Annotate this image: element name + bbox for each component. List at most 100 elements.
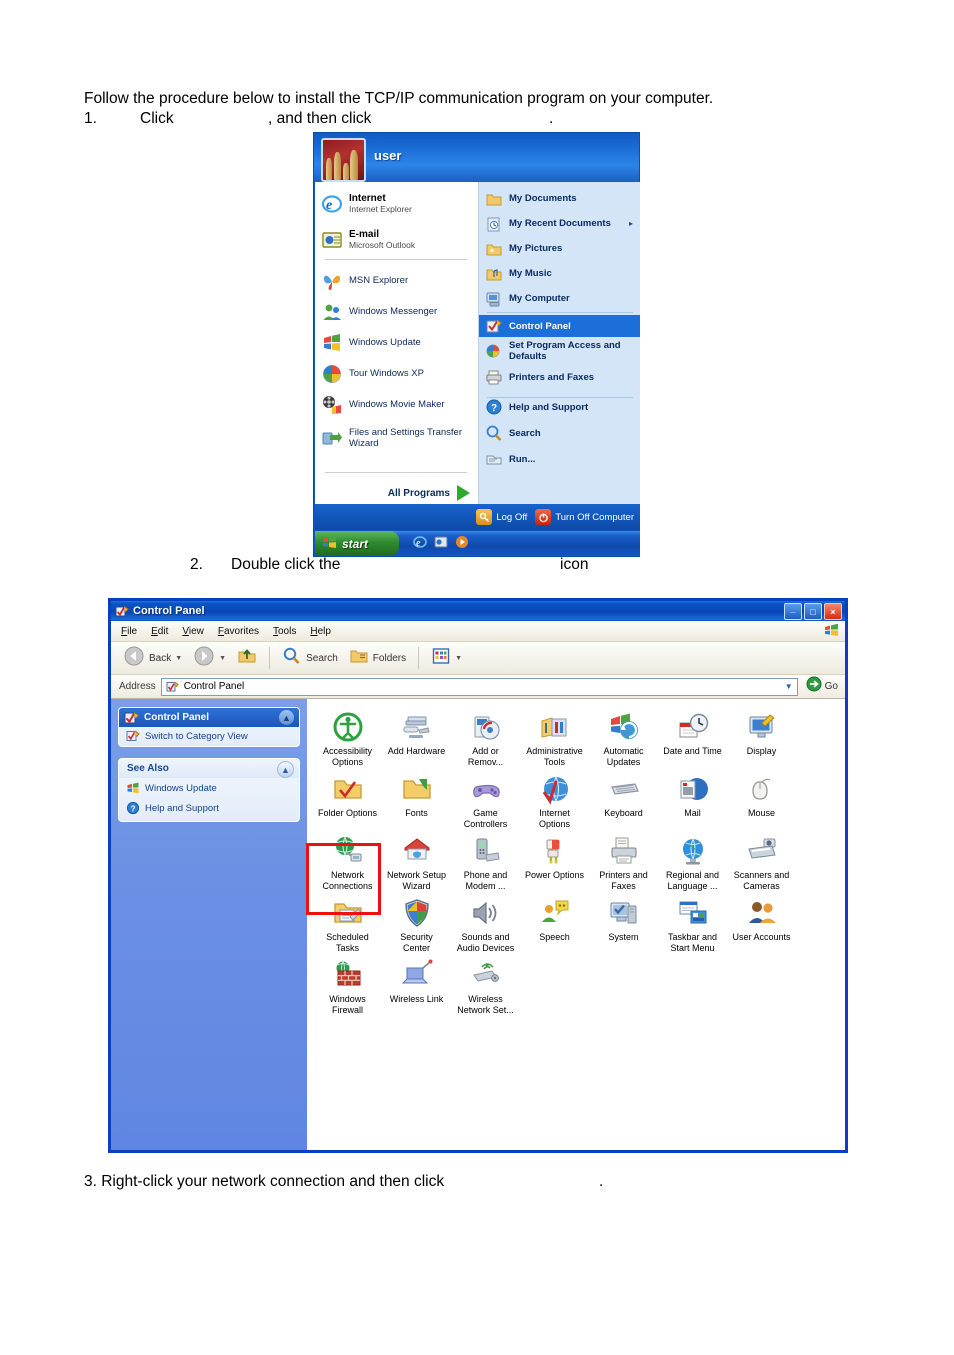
cp-item-add-hardware[interactable]: Add Hardware	[382, 707, 451, 769]
cp-item-fonts[interactable]: Fonts	[382, 769, 451, 831]
chevron-down-icon[interactable]: ▼	[785, 682, 793, 691]
cp-item-taskbar-and-start-menu[interactable]: Taskbar and Start Menu	[658, 893, 727, 955]
search-button[interactable]: Search	[278, 645, 342, 671]
cp-item-wireless-link[interactable]: Wireless Link	[382, 955, 451, 1017]
cp-item-keyboard[interactable]: Keyboard	[589, 769, 658, 831]
cp-item-label: Scanners and Cameras	[733, 870, 790, 891]
start-item-my-documents[interactable]: My Documents	[479, 186, 640, 211]
my-computer-icon	[485, 290, 503, 308]
start-button[interactable]: start	[315, 531, 399, 556]
up-button[interactable]	[233, 645, 261, 671]
cp-item-windows-firewall[interactable]: Windows Firewall	[313, 955, 382, 1017]
forward-button[interactable]: ▼	[189, 645, 230, 671]
cp-item-wireless-network-setup[interactable]: Wireless Network Set...	[451, 955, 520, 1017]
start-item-help-and-support[interactable]: ? Help and Support	[479, 394, 640, 420]
start-item-transfer-wizard[interactable]: Files and Settings Transfer Wizard	[315, 420, 478, 456]
menu-tools[interactable]: Tools	[273, 626, 296, 637]
cp-item-display[interactable]: Display	[727, 707, 796, 769]
start-item-tour-windows-xp[interactable]: Tour Windows XP	[315, 358, 478, 389]
start-item-my-recent-documents[interactable]: My Recent Documents ▸	[479, 211, 640, 236]
start-menu-footer: Log Off Turn Off Computer	[315, 504, 640, 530]
chevron-up-icon[interactable]: ▲	[279, 710, 294, 725]
address-input[interactable]: Control Panel ▼	[160, 677, 798, 696]
cp-item-administrative-tools[interactable]: Administrative Tools	[520, 707, 589, 769]
step-2-icon-word: icon	[560, 556, 589, 573]
start-item-control-panel[interactable]: Control Panel	[479, 315, 640, 337]
cp-item-game-controllers[interactable]: Game Controllers	[451, 769, 520, 831]
minimize-button[interactable]: _	[784, 603, 802, 620]
cp-item-automatic-updates[interactable]: Automatic Updates	[589, 707, 658, 769]
cp-item-accessibility-options[interactable]: Accessibility Options	[313, 707, 382, 769]
start-item-windows-messenger[interactable]: Windows Messenger	[315, 296, 478, 327]
chevron-down-icon[interactable]: ▼	[219, 655, 226, 662]
menu-help[interactable]: Help	[310, 626, 331, 637]
cp-item-label: User Accounts	[732, 932, 791, 942]
outlook-express-icon[interactable]	[434, 535, 448, 552]
start-item-my-music[interactable]: My Music	[479, 261, 640, 286]
start-item-my-computer[interactable]: My Computer	[479, 286, 640, 311]
start-item-movie-maker[interactable]: Windows Movie Maker	[315, 389, 478, 420]
cp-item-scanners-and-cameras[interactable]: Scanners and Cameras	[727, 831, 796, 893]
cp-item-regional-and-language[interactable]: Regional and Language ...	[658, 831, 727, 893]
turn-off-computer-button[interactable]: Turn Off Computer	[535, 509, 634, 525]
cp-item-system[interactable]: System	[589, 893, 658, 955]
internet-explorer-icon[interactable]: e	[413, 535, 427, 552]
media-player-icon[interactable]	[455, 535, 469, 552]
menu-file[interactable]: File	[121, 626, 137, 637]
cp-item-date-and-time[interactable]: Date and Time	[658, 707, 727, 769]
start-item-windows-update[interactable]: Windows Update	[315, 327, 478, 358]
go-button[interactable]: Go	[803, 676, 845, 697]
chevron-down-icon[interactable]: ▼	[175, 655, 182, 662]
start-item-email[interactable]: E-mail Microsoft Outlook	[315, 222, 478, 258]
start-item-printers-and-faxes[interactable]: Printers and Faxes	[479, 365, 640, 389]
cp-item-add-or-remove-programs[interactable]: Add or Remov...	[451, 707, 520, 769]
cp-item-phone-and-modem[interactable]: Phone and Modem ...	[451, 831, 520, 893]
all-programs-button[interactable]: All Programs	[315, 480, 478, 506]
cp-item-speech[interactable]: Speech	[520, 893, 589, 955]
cp-item-network-connections[interactable]: Network Connections	[313, 831, 382, 893]
quick-launch-bar: e	[399, 535, 469, 552]
cp-item-power-options[interactable]: Power Options	[520, 831, 589, 893]
cp-item-folder-options[interactable]: Folder Options	[313, 769, 382, 831]
start-item-movie-maker-label: Windows Movie Maker	[349, 399, 445, 410]
start-item-msn-explorer-label: MSN Explorer	[349, 275, 409, 286]
see-also-help-and-support-link[interactable]: ? Help and Support	[119, 798, 299, 821]
cp-item-sounds-and-audio-devices[interactable]: Sounds and Audio Devices	[451, 893, 520, 955]
cp-item-mail[interactable]: Mail	[658, 769, 727, 831]
cp-item-internet-options[interactable]: Internet Options	[520, 769, 589, 831]
cp-item-scheduled-tasks[interactable]: Scheduled Tasks	[313, 893, 382, 955]
log-off-label: Log Off	[496, 511, 528, 523]
start-item-search-label: Search	[509, 427, 541, 439]
start-item-my-pictures[interactable]: My Pictures	[479, 236, 640, 261]
scheduled-tasks-icon	[332, 897, 364, 929]
folders-button[interactable]: Folders	[345, 645, 410, 671]
log-off-button[interactable]: Log Off	[476, 509, 527, 525]
start-item-set-program-access[interactable]: Set Program Access and Defaults	[479, 337, 640, 365]
chevron-down-icon[interactable]: ▼	[455, 655, 462, 662]
cp-item-label: Administrative Tools	[526, 746, 583, 767]
menu-edit[interactable]: Edit	[151, 626, 168, 637]
see-also-windows-update-link[interactable]: Windows Update	[119, 778, 299, 798]
window-title-bar[interactable]: Control Panel _ □ ×	[111, 601, 845, 621]
views-button[interactable]: ▼	[427, 645, 466, 671]
start-item-internet[interactable]: e Internet Internet Explorer	[315, 186, 478, 222]
cp-item-mouse[interactable]: Mouse	[727, 769, 796, 831]
maximize-button[interactable]: □	[804, 603, 822, 620]
back-button[interactable]: Back ▼	[119, 645, 186, 671]
tour-windows-xp-icon	[321, 363, 343, 385]
start-item-run[interactable]: Run...	[479, 446, 640, 472]
switch-to-category-view-link[interactable]: Switch to Category View	[119, 727, 299, 746]
close-button[interactable]: ×	[824, 603, 842, 620]
cp-item-network-setup-wizard[interactable]: Network Setup Wizard	[382, 831, 451, 893]
menu-view[interactable]: View	[182, 626, 204, 637]
menu-favorites[interactable]: Favorites	[218, 626, 259, 637]
cp-item-user-accounts[interactable]: User Accounts	[727, 893, 796, 955]
cp-item-security-center[interactable]: Security Center	[382, 893, 451, 955]
avatar[interactable]	[321, 138, 366, 182]
cp-item-label: Windows Firewall	[329, 994, 366, 1015]
start-item-search[interactable]: Search	[479, 420, 640, 446]
cp-item-printers-and-faxes[interactable]: Printers and Faxes	[589, 831, 658, 893]
chevron-up-icon[interactable]: ▲	[277, 761, 294, 778]
start-item-msn-explorer[interactable]: MSN Explorer	[315, 265, 478, 296]
cp-item-label: Date and Time	[663, 746, 722, 756]
